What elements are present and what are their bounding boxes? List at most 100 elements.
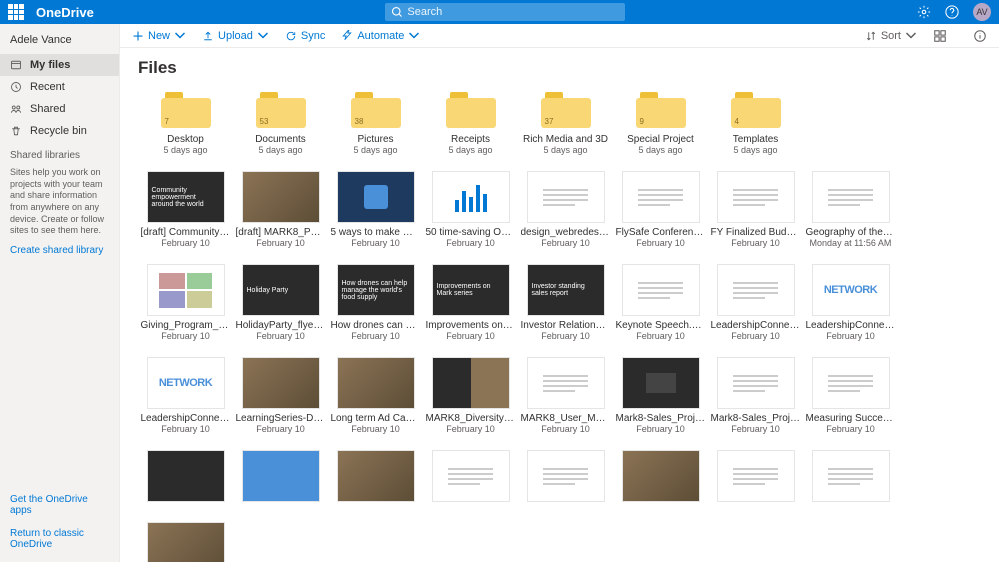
file-tile[interactable]: [423, 450, 518, 506]
file-tile[interactable]: [328, 450, 423, 506]
folder-name: Desktop: [167, 134, 204, 145]
file-tile[interactable]: [708, 450, 803, 506]
folder-tile[interactable]: 38Pictures5 days ago: [328, 92, 423, 155]
file-tile[interactable]: Mark8-Sales_Projection…February 10: [708, 357, 803, 434]
folder-date: 5 days ago: [448, 145, 492, 155]
file-tile[interactable]: [138, 450, 233, 506]
classic-onedrive-link[interactable]: Return to classic OneDrive: [0, 522, 119, 556]
folder-name: Templates: [733, 134, 779, 145]
sidebar-item-label: My files: [30, 59, 70, 71]
automate-button[interactable]: Automate: [341, 30, 420, 42]
sidebar-item-recent[interactable]: Recent: [0, 76, 119, 98]
folder-icon: 37: [541, 92, 591, 128]
file-tile[interactable]: design_webredesign_sc…February 10: [518, 171, 613, 248]
file-tile[interactable]: Community empowerment around the world[d…: [138, 171, 233, 248]
sidebar-item-label: Recycle bin: [30, 125, 87, 137]
sidebar-item-shared[interactable]: Shared: [0, 98, 119, 120]
folder-date: 5 days ago: [733, 145, 777, 155]
file-name: Mark8-Sales_Projection…: [616, 413, 706, 424]
new-button[interactable]: New: [132, 30, 186, 42]
top-bar: OneDrive Search AV: [0, 0, 999, 24]
file-tile[interactable]: [613, 450, 708, 506]
file-tile[interactable]: LeadershipConnection_…February 10: [708, 264, 803, 341]
file-date: February 10: [826, 424, 875, 434]
settings-icon[interactable]: [917, 5, 931, 19]
folder-icon: 38: [351, 92, 401, 128]
folder-tile[interactable]: 7Desktop5 days ago: [138, 92, 233, 155]
file-tile[interactable]: Holiday PartyHolidayParty_flyer.docxFebr…: [233, 264, 328, 341]
file-tile[interactable]: Mark8-Sales_Projection…February 10: [613, 357, 708, 434]
file-tile[interactable]: 50 time-saving Outlook …February 10: [423, 171, 518, 248]
upload-button[interactable]: Upload: [202, 30, 269, 42]
sort-button[interactable]: Sort: [865, 30, 917, 42]
file-tile[interactable]: NETWORKLeadershipConnection-…February 10: [803, 264, 898, 341]
sidebar-item-recycle-bin[interactable]: Recycle bin: [0, 120, 119, 142]
file-tile[interactable]: Geography of the Earth…Monday at 11:56 A…: [803, 171, 898, 248]
sync-button[interactable]: Sync: [285, 30, 325, 42]
file-tile[interactable]: [233, 450, 328, 506]
file-date: February 10: [541, 331, 590, 341]
file-tile[interactable]: [803, 450, 898, 506]
file-name: Keynote Speech.docx: [616, 320, 706, 331]
file-tile[interactable]: Long term Ad Campaig…February 10: [328, 357, 423, 434]
file-tile[interactable]: FlySafe Conference .docxFebruary 10: [613, 171, 708, 248]
folder-name: Pictures: [357, 134, 393, 145]
folder-tile[interactable]: 9Special Project5 days ago: [613, 92, 708, 155]
folder-tile[interactable]: 53Documents5 days ago: [233, 92, 328, 155]
file-name: FY Finalized Budget Pla…: [711, 227, 801, 238]
folder-icon: 7: [161, 92, 211, 128]
sidebar-item-label: Recent: [30, 81, 65, 93]
help-icon[interactable]: [945, 5, 959, 19]
command-bar: New Upload Sync Automate Sort: [120, 24, 999, 48]
content-area: Files 7Desktop5 days ago53Documents5 day…: [120, 48, 999, 562]
file-tile[interactable]: Measuring Success Guid…February 10: [803, 357, 898, 434]
file-name: LeadershipConnection-…: [806, 320, 896, 331]
file-date: February 10: [446, 331, 495, 341]
sidebar: Adele Vance My filesRecentSharedRecycle …: [0, 24, 120, 562]
shared-libraries-help: Sites help you work on projects with you…: [0, 165, 119, 239]
file-date: February 10: [541, 238, 590, 248]
info-icon[interactable]: [973, 29, 987, 43]
folder-tile[interactable]: Receipts5 days ago: [423, 92, 518, 155]
file-name: [draft] Community Emp…: [141, 227, 231, 238]
file-name: design_webredesign_sc…: [521, 227, 611, 238]
file-date: Monday at 11:56 AM: [810, 238, 892, 248]
file-tile[interactable]: [518, 450, 613, 506]
file-tile[interactable]: FY Finalized Budget Pla…February 10: [708, 171, 803, 248]
file-tile[interactable]: [draft] MARK8_PROMO…February 10: [233, 171, 328, 248]
chevron-down-icon: [905, 30, 917, 42]
file-tile[interactable]: [138, 522, 233, 562]
file-tile[interactable]: How drones can help manage the world's f…: [328, 264, 423, 341]
file-name: LeadershipConnection-…: [141, 413, 231, 424]
upload-icon: [202, 30, 214, 42]
shared-icon: [10, 103, 22, 115]
sidebar-item-my-files[interactable]: My files: [0, 54, 119, 76]
file-tile[interactable]: NETWORKLeadershipConnection-…February 10: [138, 357, 233, 434]
folder-count: 9: [640, 117, 644, 126]
avatar[interactable]: AV: [973, 3, 991, 21]
file-name: LearningSeries-DronePr…: [236, 413, 326, 424]
file-tile[interactable]: Investor standing sales reportInvestor R…: [518, 264, 613, 341]
create-shared-library-link[interactable]: Create shared library: [0, 239, 119, 262]
file-tile[interactable]: MARK8_User_Manual_E…February 10: [518, 357, 613, 434]
get-apps-link[interactable]: Get the OneDrive apps: [0, 488, 119, 522]
view-tiles-icon[interactable]: [933, 29, 947, 43]
file-tile[interactable]: 5 ways to make Outlook …February 10: [328, 171, 423, 248]
file-name: Improvements on MAR…: [426, 320, 516, 331]
file-name: HolidayParty_flyer.docx: [236, 320, 326, 331]
file-name: Geography of the Earth…: [806, 227, 896, 238]
file-tile[interactable]: Keynote Speech.docxFebruary 10: [613, 264, 708, 341]
file-tile[interactable]: MARK8_Diversity_poster…February 10: [423, 357, 518, 434]
folder-tile[interactable]: 4 Templates5 days ago: [708, 92, 803, 155]
folder-tile[interactable]: 37Rich Media and 3D5 days ago: [518, 92, 613, 155]
file-tile[interactable]: Improvements on Mark seriesImprovements …: [423, 264, 518, 341]
sync-icon: [285, 30, 297, 42]
search-placeholder: Search: [407, 6, 442, 18]
search-input[interactable]: Search: [385, 3, 625, 21]
file-date: February 10: [256, 331, 305, 341]
file-tile[interactable]: LearningSeries-DronePr…February 10: [233, 357, 328, 434]
app-launcher-icon[interactable]: [8, 4, 24, 20]
file-date: February 10: [541, 424, 590, 434]
folder-icon: 4: [731, 92, 781, 128]
file-tile[interactable]: Giving_Program_flyer.pdfFebruary 10: [138, 264, 233, 341]
